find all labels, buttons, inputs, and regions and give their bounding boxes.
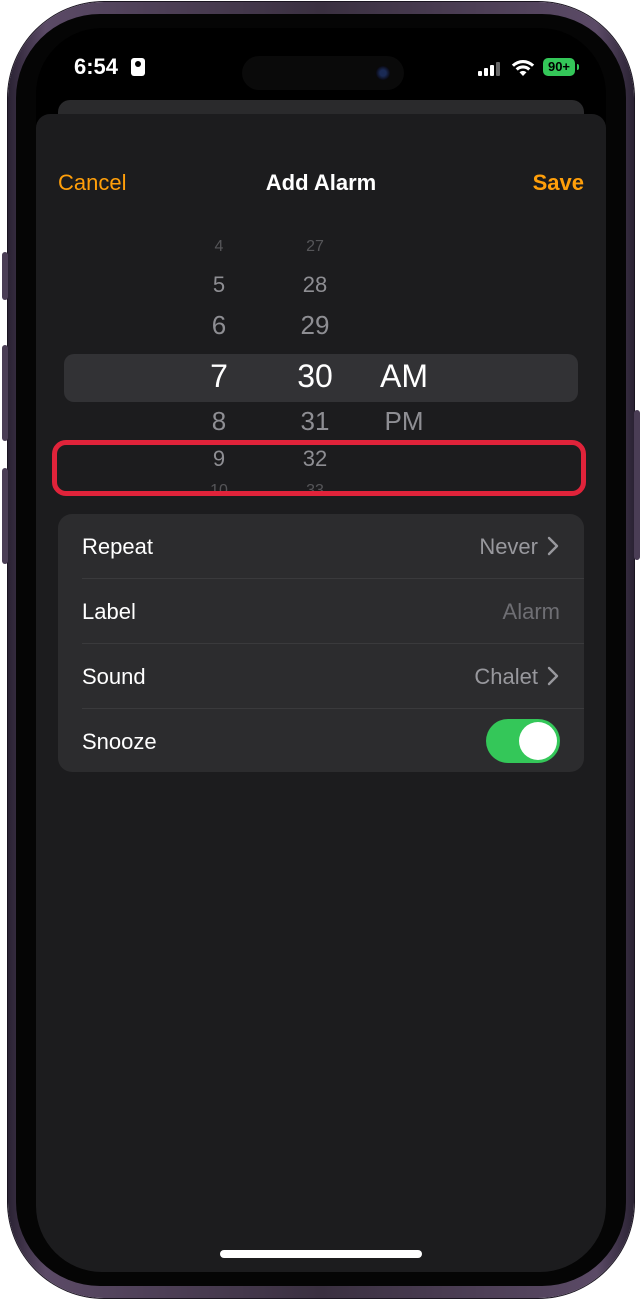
cellular-signal-icon — [478, 62, 500, 76]
add-alarm-sheet: Cancel Add Alarm Save 4 5 6 7 8 9 10 27 … — [36, 114, 606, 1272]
label-row[interactable]: Label Alarm — [58, 579, 584, 643]
hour-option[interactable]: 4 — [186, 238, 252, 256]
sound-value: Chalet — [474, 664, 538, 689]
hour-option[interactable]: 6 — [186, 310, 252, 341]
hour-option[interactable]: 8 — [186, 406, 252, 437]
time-picker[interactable]: 4 5 6 7 8 9 10 27 28 29 30 31 32 33 AM P… — [36, 234, 606, 514]
action-button — [2, 252, 8, 300]
page-title: Add Alarm — [265, 170, 377, 195]
chevron-right-icon — [547, 666, 559, 686]
screen: 6:54 90+ Cancel Add Alarm Save 4 5 6 7 8… — [36, 28, 606, 1272]
volume-down-button — [2, 468, 8, 564]
hour-option[interactable]: 5 — [186, 272, 252, 298]
selected-minute[interactable]: 30 — [280, 358, 350, 395]
status-time: 6:54 — [74, 54, 119, 79]
repeat-row[interactable]: Repeat Never — [58, 514, 584, 578]
chevron-right-icon — [547, 536, 559, 556]
toggle-knob — [519, 722, 557, 760]
minute-option[interactable]: 31 — [280, 406, 350, 437]
period-option-pm[interactable]: PM — [372, 406, 436, 437]
power-button — [634, 410, 640, 560]
sound-row[interactable]: Sound Chalet — [58, 644, 584, 708]
contact-card-icon — [131, 58, 145, 76]
label-label: Label — [82, 599, 136, 624]
label-input[interactable]: Alarm — [503, 599, 560, 625]
snooze-label: Snooze — [82, 729, 157, 754]
selected-hour[interactable]: 7 — [186, 358, 252, 395]
repeat-label: Repeat — [82, 534, 153, 559]
snooze-row: Snooze — [58, 709, 584, 772]
minute-option[interactable]: 27 — [280, 238, 350, 256]
front-camera — [376, 66, 390, 80]
wifi-icon — [511, 60, 535, 76]
save-button[interactable]: Save — [533, 170, 584, 196]
volume-up-button — [2, 345, 8, 441]
snooze-toggle[interactable] — [486, 719, 560, 763]
home-indicator[interactable] — [220, 1250, 422, 1258]
battery-icon: 90+ — [543, 58, 579, 76]
minute-option[interactable]: 28 — [280, 272, 350, 298]
repeat-value: Never — [479, 534, 538, 559]
highlight-annotation — [52, 440, 586, 496]
selected-period[interactable]: AM — [372, 358, 436, 395]
minute-option[interactable]: 29 — [280, 310, 350, 341]
alarm-settings-list: Repeat Never Label Alarm Sound Chalet Sn… — [58, 514, 584, 772]
sound-label: Sound — [82, 664, 146, 689]
